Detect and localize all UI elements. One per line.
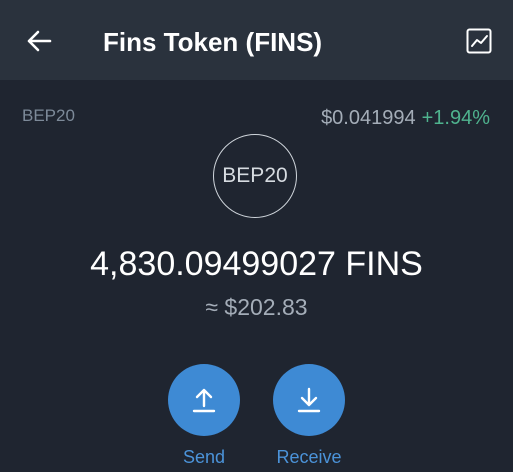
send-button[interactable]: Send: [159, 364, 249, 470]
token-detail: BEP20 $0.041994 +1.94% BEP20 4,830.094990…: [0, 80, 513, 472]
token-logo: BEP20: [213, 134, 297, 218]
arrow-left-icon: [27, 30, 52, 52]
arrow-down-icon: [297, 387, 321, 413]
receive-button[interactable]: Receive: [264, 364, 354, 470]
app-header: Fins Token (FINS): [0, 0, 513, 80]
arrow-up-icon: [192, 388, 216, 413]
network-label: BEP20: [22, 106, 75, 125]
fiat-value: ≈ $202.83: [205, 294, 308, 320]
page-title: Fins Token (FINS): [103, 27, 323, 57]
chart-button[interactable]: [463, 25, 495, 57]
token-logo-text: BEP20: [222, 164, 288, 187]
line-chart-icon: [466, 28, 492, 54]
send-circle[interactable]: [168, 364, 240, 436]
back-button[interactable]: [22, 24, 56, 58]
price-row: $0.041994 +1.94%: [321, 106, 490, 130]
token-price: $0.041994: [321, 107, 416, 129]
token-balance: 4,830.09499027 FINS: [90, 245, 423, 283]
send-label: Send: [182, 447, 226, 467]
price-change: +1.94%: [421, 107, 490, 129]
receive-label: Receive: [276, 447, 342, 467]
receive-circle[interactable]: [273, 364, 345, 436]
